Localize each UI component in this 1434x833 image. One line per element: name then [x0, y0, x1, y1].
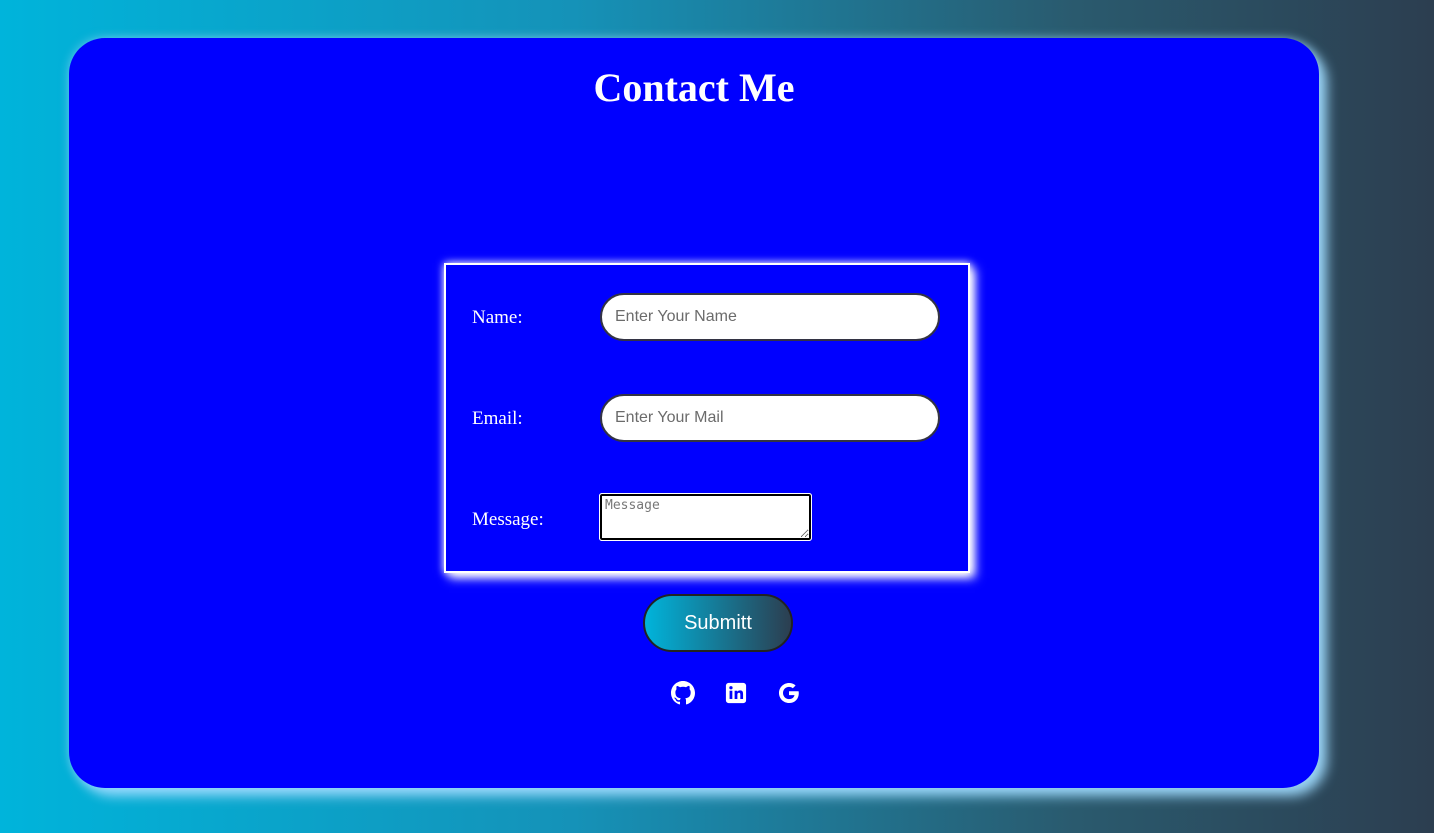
page-title: Contact Me: [593, 65, 795, 110]
contact-form: Name: Email: Message:: [444, 263, 970, 573]
message-textarea[interactable]: [599, 493, 812, 541]
name-label: Name:: [472, 307, 523, 328]
name-input[interactable]: [600, 293, 940, 341]
github-link[interactable]: [670, 680, 696, 706]
email-label: Email:: [472, 408, 523, 429]
linkedin-link[interactable]: [723, 680, 749, 706]
google-link[interactable]: [776, 680, 802, 706]
message-label: Message:: [472, 509, 544, 530]
submit-button[interactable]: Submitt: [643, 594, 793, 652]
linkedin-icon: [725, 682, 747, 704]
google-icon: [777, 681, 801, 705]
email-input[interactable]: [600, 394, 940, 442]
github-icon: [671, 681, 695, 705]
